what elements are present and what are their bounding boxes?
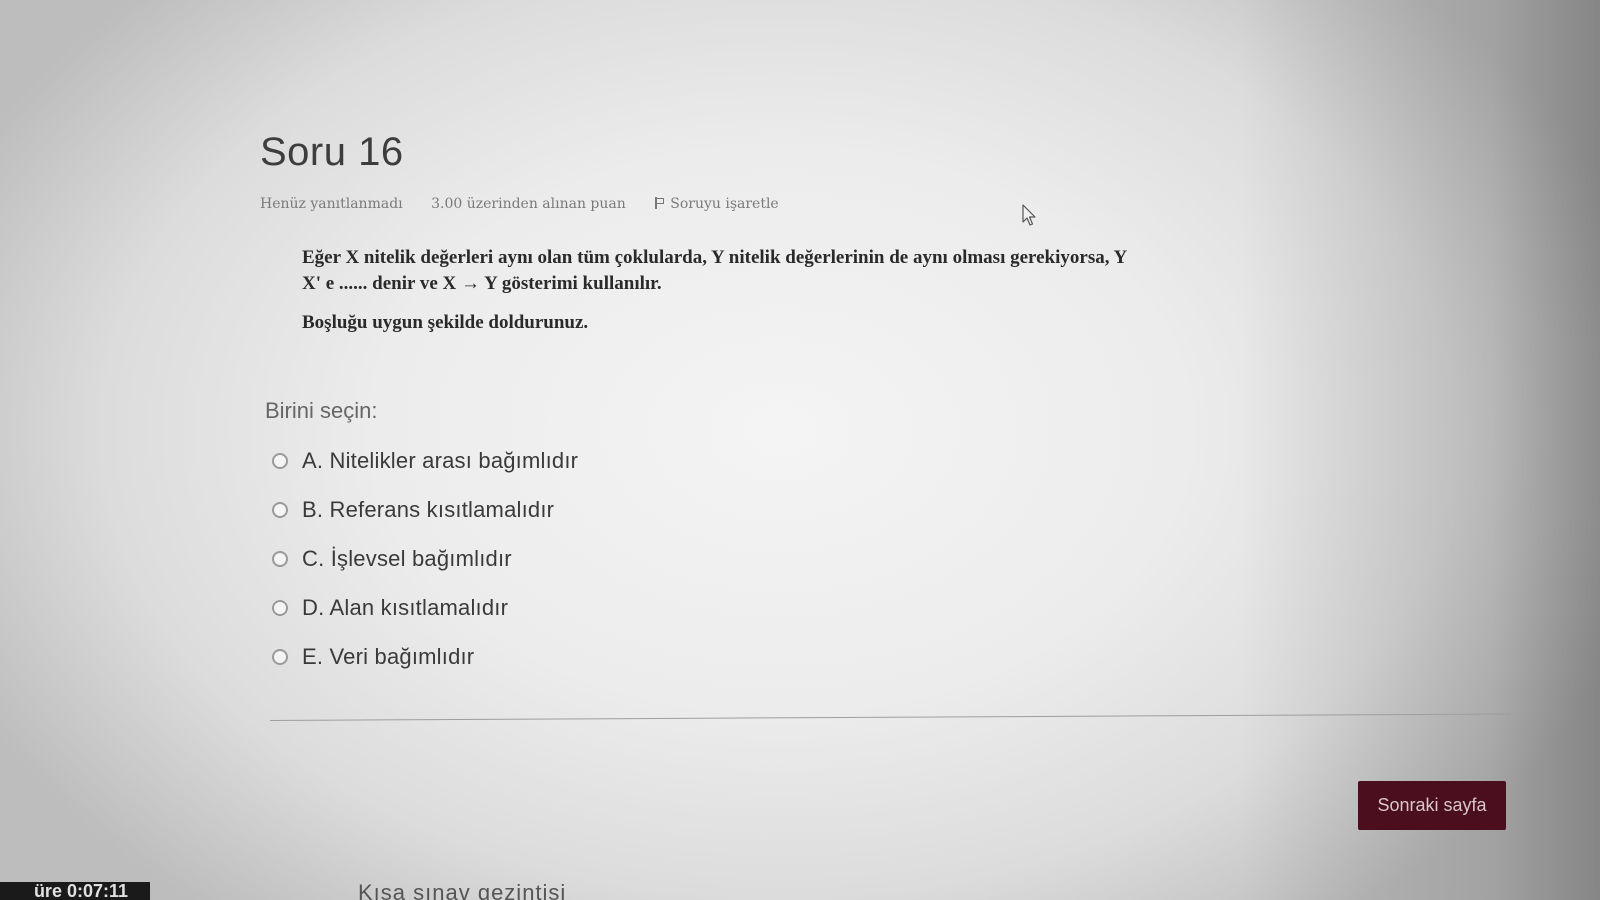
answer-label-c: C. İşlevsel bağımlıdır xyxy=(302,545,512,571)
question-text-line-2: X' e ...... denir ve X → Y gösterimi kul… xyxy=(302,273,662,294)
question-points: 3.00 üzerinden alınan puan xyxy=(431,196,626,212)
answer-option-d[interactable]: D. Alan kısıtlamalıdır xyxy=(272,583,578,632)
section-divider xyxy=(269,713,1510,721)
answer-option-b[interactable]: B. Referans kısıtlamalıdır xyxy=(272,485,578,534)
flag-icon xyxy=(654,197,665,209)
answer-label-e: E. Veri bağımlıdır xyxy=(302,643,475,669)
question-text: Eğer X nitelik değerleri aynı olan tüm ç… xyxy=(302,245,1222,336)
answer-label-a: A. Nitelikler arası bağımlıdır xyxy=(302,447,579,473)
question-instruction: Boşluğu uygun şekilde doldurunuz. xyxy=(302,312,589,333)
radio-button-b[interactable] xyxy=(272,501,288,518)
answer-list: A. Nitelikler arası bağımlıdır B. Refera… xyxy=(272,436,578,681)
answer-option-e[interactable]: E. Veri bağımlıdır xyxy=(272,632,578,681)
radio-button-d[interactable] xyxy=(272,599,288,616)
question-title: Soru 16 xyxy=(260,130,404,174)
quiz-timer: üre 0:07:11 xyxy=(0,882,150,900)
answer-label-d: D. Alan kısıtlamalıdır xyxy=(302,594,509,620)
question-block: Soru 16 Henüz yanıtlanmadı 3.00 üzerinde… xyxy=(260,130,1510,669)
radio-button-e[interactable] xyxy=(272,648,288,665)
radio-button-c[interactable] xyxy=(272,550,288,567)
answer-option-c[interactable]: C. İşlevsel bağımlıdır xyxy=(272,534,578,583)
flag-question-label: Soruyu işaretle xyxy=(670,196,779,212)
next-page-button[interactable]: Sonraki sayfa xyxy=(1358,781,1506,830)
radio-button-a[interactable] xyxy=(272,452,288,469)
flag-question-link[interactable]: Soruyu işaretle xyxy=(654,196,802,212)
question-info: Henüz yanıtlanmadı 3.00 üzerinden alınan… xyxy=(260,196,827,212)
question-status: Henüz yanıtlanmadı xyxy=(260,196,403,212)
answer-prompt: Birini seçin: xyxy=(265,398,378,423)
quiz-navigation-link[interactable]: Kısa sınav gezintisi xyxy=(358,880,566,900)
answer-label-b: B. Referans kısıtlamalıdır xyxy=(302,496,555,522)
question-text-line-1: Eğer X nitelik değerleri aynı olan tüm ç… xyxy=(302,247,1128,268)
answer-option-a[interactable]: A. Nitelikler arası bağımlıdır xyxy=(272,436,578,485)
